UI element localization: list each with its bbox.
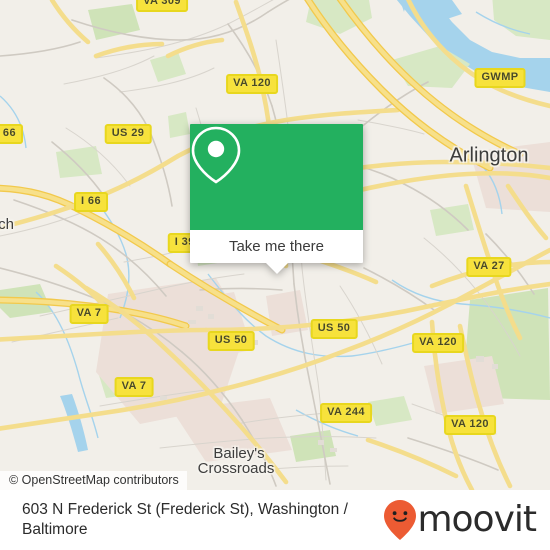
highway-shield: I 66 <box>74 192 108 212</box>
highway-shield: GWMP <box>474 68 526 88</box>
osm-attribution[interactable]: © OpenStreetMap contributors <box>0 471 187 490</box>
place-label: Crossroads <box>197 460 275 477</box>
place-label: ch <box>0 216 14 233</box>
highway-shield: VA 244 <box>320 403 372 423</box>
highway-shield: US 29 <box>104 124 152 144</box>
highway-shield: VA 120 <box>412 333 464 353</box>
take-me-there-label: Take me there <box>228 238 325 255</box>
highway-shield: US 50 <box>310 319 358 339</box>
place-label: Arlington <box>449 144 529 167</box>
location-callout-card[interactable]: Take me there <box>190 124 363 274</box>
osm-attribution-text: © OpenStreetMap contributors <box>9 473 179 487</box>
footer-bar: .land{fill:#f2efe9;} .grn{fill:#d7e8c4;}… <box>0 490 550 550</box>
map-screenshot: .land{fill:#f2efe9;} .grn{fill:#d7e8c4;}… <box>0 0 550 550</box>
address-text: 603 N Frederick St (Frederick St), Washi… <box>22 501 348 538</box>
map-pin-icon <box>191 126 241 184</box>
highway-shield: VA 27 <box>466 257 512 277</box>
map-canvas[interactable]: .land{fill:#f2efe9;} .grn{fill:#d7e8c4;}… <box>0 0 550 490</box>
highway-shield: VA 7 <box>69 304 109 324</box>
highway-shield: I 66 <box>0 124 23 144</box>
take-me-there-button[interactable]: Take me there <box>190 230 363 263</box>
highway-shield: VA 309 <box>136 0 188 12</box>
footer-content: 603 N Frederick St (Frederick St), Washi… <box>0 490 550 550</box>
moovit-smiley-pin-icon <box>384 500 417 540</box>
highway-shield: US 50 <box>207 331 255 351</box>
highway-shield: VA 120 <box>226 74 278 94</box>
highway-shield: VA 120 <box>444 415 496 435</box>
highway-shield: VA 7 <box>114 377 154 397</box>
callout-pin-area <box>190 124 363 230</box>
moovit-brand[interactable]: moovit <box>383 499 550 541</box>
callout-pointer <box>265 263 288 274</box>
moovit-wordmark: moovit <box>417 499 537 540</box>
